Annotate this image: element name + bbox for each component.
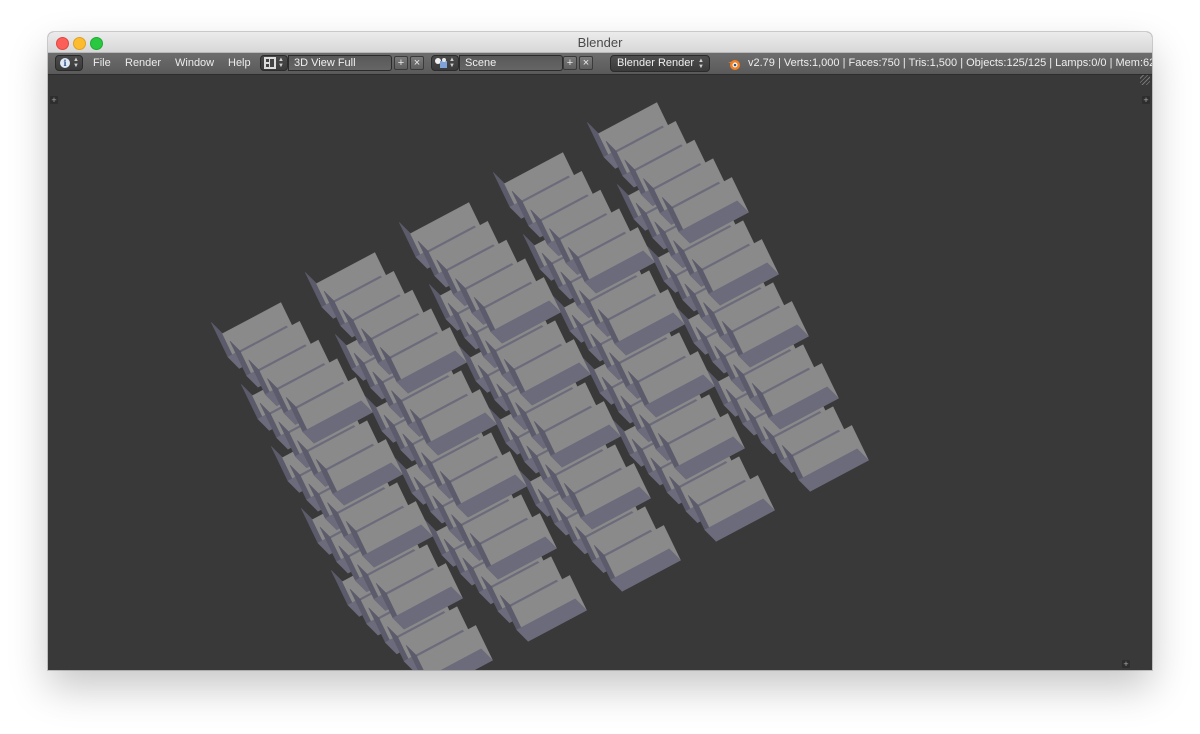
3d-viewport[interactable]: + + + — [48, 75, 1152, 670]
window-title: Blender — [577, 35, 623, 50]
info-icon: i — [60, 58, 70, 68]
app-window: Blender i ▲ ▼ File Render Window Help ▲ ▼ … — [48, 32, 1152, 670]
chevron-updown-icon: ▲ ▼ — [278, 57, 284, 69]
menu-file[interactable]: File — [93, 53, 111, 74]
render-engine-selector[interactable]: Blender Render ▲ ▼ — [610, 55, 710, 72]
blender-logo-icon — [728, 60, 740, 70]
chevron-updown-icon: ▲ ▼ — [698, 58, 704, 70]
screen-layout-icon — [264, 57, 276, 69]
render-engine-label: Blender Render — [617, 57, 695, 69]
add-icon[interactable]: + — [563, 56, 577, 70]
chevron-updown-icon: ▲ ▼ — [73, 57, 79, 69]
menu-window[interactable]: Window — [175, 53, 214, 74]
info-header: i ▲ ▼ File Render Window Help ▲ ▼ 3D View … — [48, 53, 1152, 75]
title-bar: Blender — [48, 32, 1152, 53]
editor-type-button[interactable]: i ▲ ▼ — [55, 55, 83, 71]
chevron-updown-icon: ▲ ▼ — [449, 57, 455, 69]
menu-render[interactable]: Render — [125, 53, 161, 74]
area-split-widget-bottom-right[interactable]: + — [1122, 660, 1130, 669]
3d-scene-cubes[interactable] — [48, 75, 1152, 670]
menu-help[interactable]: Help — [228, 53, 251, 74]
remove-icon[interactable]: × — [579, 56, 593, 70]
area-split-widget-top-left[interactable]: + — [50, 96, 58, 105]
remove-icon[interactable]: × — [410, 56, 424, 70]
area-split-widget-top-right[interactable]: + — [1142, 96, 1150, 105]
area-resize-handle[interactable] — [1140, 75, 1150, 85]
scene-name-field[interactable]: Scene — [459, 55, 563, 71]
screen-layout-selector[interactable]: ▲ ▼ — [260, 55, 288, 71]
scene-selector[interactable]: ▲ ▼ — [431, 55, 459, 71]
scene-icon — [435, 58, 447, 68]
scene-statistics: v2.79 | Verts:1,000 | Faces:750 | Tris:1… — [748, 57, 1152, 69]
screen-layout-name-field[interactable]: 3D View Full — [288, 55, 392, 71]
add-icon[interactable]: + — [394, 56, 408, 70]
